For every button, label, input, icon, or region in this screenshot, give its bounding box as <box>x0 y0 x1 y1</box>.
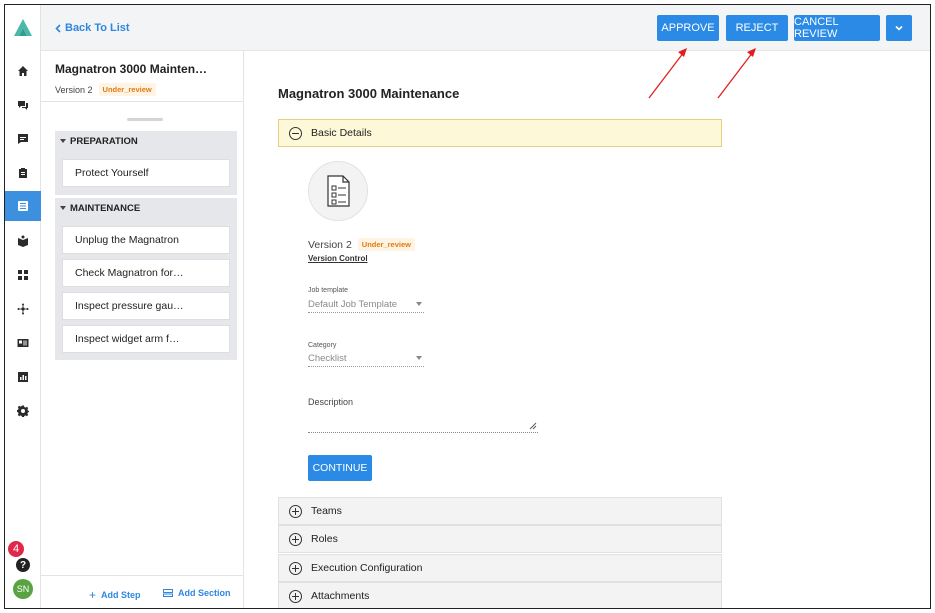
step-item[interactable]: Inspect widget arm f… <box>62 325 230 353</box>
expand-icon <box>289 589 302 603</box>
top-bar: Back To List APPROVE REJECT CANCEL REVIE… <box>41 5 930 51</box>
avatar[interactable]: SN <box>13 579 33 599</box>
expand-icon <box>289 532 302 546</box>
expand-icon <box>289 561 302 575</box>
message-icon[interactable] <box>5 124 41 154</box>
job-template-value: Default Job Template <box>308 298 398 310</box>
accordion-roles[interactable]: Roles <box>278 525 722 553</box>
description-label: Description <box>308 397 354 407</box>
chat-icon[interactable] <box>5 90 41 120</box>
description-textarea[interactable] <box>308 415 538 433</box>
add-step-button[interactable]: + Add Step <box>89 588 141 602</box>
step-item[interactable]: Inspect pressure gau… <box>62 292 230 320</box>
main-content: Magnatron 3000 Maintenance Basic Details… <box>244 51 930 608</box>
category-select[interactable]: Checklist <box>308 350 424 367</box>
plus-icon: + <box>89 588 97 602</box>
add-section-label: Add Section <box>178 588 231 598</box>
section-header-preparation[interactable]: PREPARATION <box>55 131 237 151</box>
expand-icon <box>289 504 302 518</box>
accordion-label: Attachments <box>311 590 370 602</box>
add-section-button[interactable]: Add Section <box>163 588 231 598</box>
procedure-version: Version 2 <box>55 84 93 95</box>
chevron-left-icon <box>55 23 61 33</box>
checklist-document-icon <box>308 161 368 221</box>
status-badge: Under_review <box>98 83 156 96</box>
back-to-list-label: Back To List <box>65 22 130 34</box>
checklist-icon[interactable] <box>5 191 41 221</box>
procedure-version-row: Version 2 Under_review <box>55 83 156 96</box>
version-label: Version 2 <box>308 238 352 251</box>
accordion-basic-details[interactable]: Basic Details <box>278 119 722 147</box>
gear-icon[interactable] <box>5 396 41 426</box>
dashboard-icon[interactable] <box>5 260 41 290</box>
job-template-select[interactable]: Default Job Template <box>308 296 424 313</box>
icon-rail: 4 ? SN <box>5 5 41 608</box>
caret-down-icon <box>60 206 66 210</box>
cancel-review-button[interactable]: CANCEL REVIEW <box>794 15 880 41</box>
dropdown-arrow-icon <box>416 356 422 360</box>
help-icon[interactable]: ? <box>16 558 30 572</box>
app-logo[interactable] <box>12 17 34 39</box>
category-value: Checklist <box>308 352 347 364</box>
drag-handle[interactable] <box>127 118 163 121</box>
divider <box>41 101 244 102</box>
version-control-link[interactable]: Version Control <box>308 254 368 263</box>
accordion-execution-configuration[interactable]: Execution Configuration <box>278 554 722 582</box>
chart-icon[interactable] <box>5 362 41 392</box>
steps-footer: + Add Step Add Section <box>41 575 244 608</box>
version-row: Version 2 Under_review <box>308 238 415 251</box>
clipboard-icon[interactable] <box>5 158 41 188</box>
accordion-teams[interactable]: Teams <box>278 497 722 525</box>
section-preparation: PREPARATION Protect Yourself <box>55 131 237 195</box>
resize-handle-icon[interactable] <box>529 422 537 430</box>
accordion-label: Basic Details <box>311 127 372 139</box>
add-step-label: Add Step <box>101 590 141 600</box>
reject-button[interactable]: REJECT <box>726 15 788 41</box>
accordion-label: Execution Configuration <box>311 562 423 574</box>
book-icon[interactable] <box>5 226 41 256</box>
collapse-icon <box>289 126 302 140</box>
home-icon[interactable] <box>5 56 41 86</box>
status-badge: Under_review <box>357 238 415 251</box>
step-item[interactable]: Protect Yourself <box>62 159 230 187</box>
section-name: MAINTENANCE <box>70 202 141 214</box>
chevron-down-icon <box>895 25 903 31</box>
accordion-label: Teams <box>311 505 342 517</box>
page-title: Magnatron 3000 Maintenance <box>278 86 460 101</box>
step-item[interactable]: Check Magnatron for… <box>62 259 230 287</box>
section-header-maintenance[interactable]: MAINTENANCE <box>55 198 237 218</box>
app-frame: 4 ? SN Back To List APPROVE REJECT CANCE… <box>4 4 931 609</box>
network-icon[interactable] <box>5 294 41 324</box>
section-maintenance: MAINTENANCE Unplug the Magnatron Check M… <box>55 198 237 360</box>
continue-button[interactable]: CONTINUE <box>308 455 372 481</box>
caret-down-icon <box>60 139 66 143</box>
id-card-icon[interactable] <box>5 328 41 358</box>
category-label: Category <box>308 342 337 349</box>
accordion-attachments[interactable]: Attachments <box>278 582 722 608</box>
accordion-label: Roles <box>311 533 338 545</box>
procedure-title: Magnatron 3000 Mainten… <box>55 62 208 76</box>
more-actions-button[interactable] <box>886 15 912 41</box>
notification-badge[interactable]: 4 <box>8 541 24 557</box>
approve-button[interactable]: APPROVE <box>657 15 719 41</box>
dropdown-arrow-icon <box>416 302 422 306</box>
step-item[interactable]: Unplug the Magnatron <box>62 226 230 254</box>
steps-panel: Magnatron 3000 Mainten… Version 2 Under_… <box>41 51 244 608</box>
section-icon <box>163 589 173 597</box>
section-name: PREPARATION <box>70 135 138 147</box>
back-to-list-link[interactable]: Back To List <box>55 22 130 34</box>
job-template-label: Job template <box>308 287 349 294</box>
